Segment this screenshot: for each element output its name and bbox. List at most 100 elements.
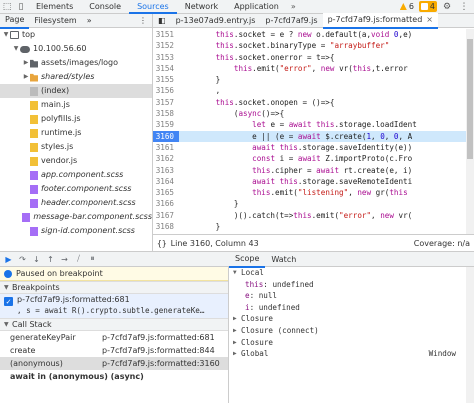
step-out-icon[interactable]: ↑ — [45, 254, 56, 265]
tree-item[interactable]: main.js — [0, 98, 152, 112]
code-line[interactable]: 3167 )().catch(t=>this.emit("error", new… — [153, 210, 474, 221]
line-number[interactable]: 3158 — [153, 108, 179, 119]
tab-scope[interactable]: Scope — [229, 251, 266, 268]
code-line[interactable]: 3166 } — [153, 198, 474, 209]
editor-scrollbar[interactable] — [466, 29, 474, 234]
tree-item[interactable]: styles.js — [0, 140, 152, 154]
callstack-frame[interactable]: await in (anonymous) (async) — [0, 370, 228, 383]
breakpoint-checkbox[interactable]: ✓ — [4, 297, 13, 306]
code-line[interactable]: 3156 , — [153, 85, 474, 96]
code-line[interactable]: 3153 this.socket.onerror = t=>{ — [153, 52, 474, 63]
code-line[interactable]: 3165 this.emit("listening", new gr(this — [153, 187, 474, 198]
code-line[interactable]: 3154 this.emit("error", new vr(this,t.er… — [153, 63, 474, 74]
line-number[interactable]: 3161 — [153, 142, 179, 153]
scope-variable[interactable]: e: null — [229, 290, 474, 302]
line-number[interactable]: 3167 — [153, 210, 179, 221]
tree-item[interactable]: sign-id.component.scss — [0, 224, 152, 238]
deactivate-breakpoints-icon[interactable]: ⧸ — [73, 254, 84, 265]
callstack-frame[interactable]: create p-7cfd7af9.js:formatted:844 — [0, 344, 228, 357]
chevron-down-icon[interactable]: ▼ — [2, 28, 10, 42]
line-number[interactable]: 3155 — [153, 74, 179, 85]
tab-console[interactable]: Console — [81, 0, 129, 14]
navigator-menu-icon[interactable]: ⋮ — [134, 14, 152, 28]
tree-item[interactable]: runtime.js — [0, 126, 152, 140]
line-number[interactable]: 3151 — [153, 29, 179, 40]
step-over-icon[interactable]: ↷ — [17, 254, 28, 265]
editor-tab-js[interactable]: p-7cfd7af9.js — [260, 14, 322, 28]
pause-on-exceptions-icon[interactable]: ⏸ — [87, 254, 98, 265]
warnings-badge[interactable]: 6 — [398, 1, 416, 12]
tree-item[interactable]: ▶ assets/images/logo — [0, 56, 152, 70]
more-navigator-tabs-icon[interactable]: » — [82, 14, 97, 28]
code-line[interactable]: 3164 await this.storage.saveRemoteIdenti — [153, 176, 474, 187]
code-line[interactable]: 3162 const i = await Z.importProto(c.Fro — [153, 153, 474, 164]
pretty-print-icon[interactable]: {} — [157, 239, 167, 248]
line-number[interactable]: 3164 — [153, 176, 179, 187]
close-icon[interactable]: × — [426, 15, 433, 24]
resume-icon[interactable]: ▶ — [3, 254, 14, 265]
code-line[interactable]: 3160 e || (e = await $.create(1, 0, 0, A — [153, 130, 474, 142]
gear-icon[interactable]: ⚙ — [440, 0, 454, 14]
tree-item[interactable]: ▼ 10.100.56.60 — [0, 42, 152, 56]
code-line[interactable]: 3168 } — [153, 221, 474, 232]
tree-item[interactable]: ▼ top — [0, 28, 152, 42]
editor-tab-formatted[interactable]: p-7cfd7af9.js:formatted × — [322, 12, 438, 29]
code-line[interactable]: 3155 } — [153, 74, 474, 85]
line-number[interactable]: 3152 — [153, 40, 179, 51]
code-line[interactable]: 3151 this.socket = e ? new o.default(a,v… — [153, 29, 474, 40]
chevron-right-icon[interactable]: ▶ — [233, 337, 241, 349]
tree-item[interactable]: polyfills.js — [0, 112, 152, 126]
breakpoints-header[interactable]: ▼ Breakpoints — [0, 281, 228, 294]
tree-item[interactable]: (index) — [0, 84, 152, 98]
tab-page[interactable]: Page — [0, 14, 30, 29]
tab-watch[interactable]: Watch — [265, 252, 302, 267]
kebab-menu-icon[interactable]: ⋮ — [457, 0, 471, 14]
scrollbar-thumb[interactable] — [467, 39, 473, 159]
line-number[interactable]: 3163 — [153, 165, 179, 176]
scope-variable[interactable]: i: undefined — [229, 302, 474, 314]
code-view[interactable]: 3151 this.socket = e ? new o.default(a,v… — [153, 29, 474, 234]
scope-section[interactable]: ▼ Local — [229, 267, 474, 279]
code-line[interactable]: 3159 let e = await this.storage.loadIden… — [153, 119, 474, 130]
more-tabs-icon[interactable]: » — [287, 2, 300, 11]
step-icon[interactable]: → — [59, 254, 70, 265]
issues-badge[interactable]: 4 — [418, 1, 437, 12]
device-toolbar-icon[interactable]: ▯ — [14, 0, 28, 14]
scope-section[interactable]: ▶ Closure — [229, 313, 474, 325]
line-number[interactable]: 3153 — [153, 52, 179, 63]
chevron-right-icon[interactable]: ▶ — [233, 348, 241, 360]
code-line[interactable]: 3158 (async()=>{ — [153, 108, 474, 119]
toggle-navigator-icon[interactable]: ◧ — [153, 14, 171, 28]
line-number[interactable]: 3159 — [153, 119, 179, 130]
scope-section[interactable]: ▶ Closure — [229, 337, 474, 349]
callstack-header[interactable]: ▼ Call Stack — [0, 318, 228, 331]
line-number[interactable]: 3166 — [153, 198, 179, 209]
tree-item[interactable]: footer.component.scss — [0, 182, 152, 196]
line-number[interactable]: 3157 — [153, 97, 179, 108]
code-line[interactable]: 3163 this.cipher = await rt.create(e, i) — [153, 165, 474, 176]
line-number[interactable]: 3154 — [153, 63, 179, 74]
code-line[interactable]: 3161 await this.storage.saveIdentity(e)) — [153, 142, 474, 153]
scope-scrollbar[interactable] — [466, 267, 474, 403]
line-number[interactable]: 3156 — [153, 85, 179, 96]
tree-item[interactable]: message-bar.component.scss — [0, 210, 152, 224]
tree-item[interactable]: app.component.scss — [0, 168, 152, 182]
chevron-right-icon[interactable]: ▶ — [22, 56, 30, 70]
tree-item[interactable]: ▶ shared/styles — [0, 70, 152, 84]
tab-sources[interactable]: Sources — [129, 0, 177, 14]
tab-elements[interactable]: Elements — [28, 0, 81, 14]
step-into-icon[interactable]: ↓ — [31, 254, 42, 265]
chevron-down-icon[interactable]: ▼ — [12, 42, 20, 56]
breakpoint-item[interactable]: ✓ p-7cfd7af9.js:formatted:681 , s = awai… — [0, 294, 228, 318]
line-number[interactable]: 3168 — [153, 221, 179, 232]
chevron-right-icon[interactable]: ▶ — [233, 325, 241, 337]
line-number[interactable]: 3162 — [153, 153, 179, 164]
editor-tab-entry[interactable]: p-13e07ad9.entry.js — [171, 14, 261, 28]
tab-application[interactable]: Application — [226, 0, 287, 14]
tree-item[interactable]: vendor.js — [0, 154, 152, 168]
chevron-right-icon[interactable]: ▶ — [233, 313, 241, 325]
inspect-icon[interactable]: ⬚ — [0, 0, 14, 14]
tab-network[interactable]: Network — [177, 0, 226, 14]
line-number[interactable]: 3165 — [153, 187, 179, 198]
callstack-frame[interactable]: generateKeyPair p-7cfd7af9.js:formatted:6… — [0, 331, 228, 344]
